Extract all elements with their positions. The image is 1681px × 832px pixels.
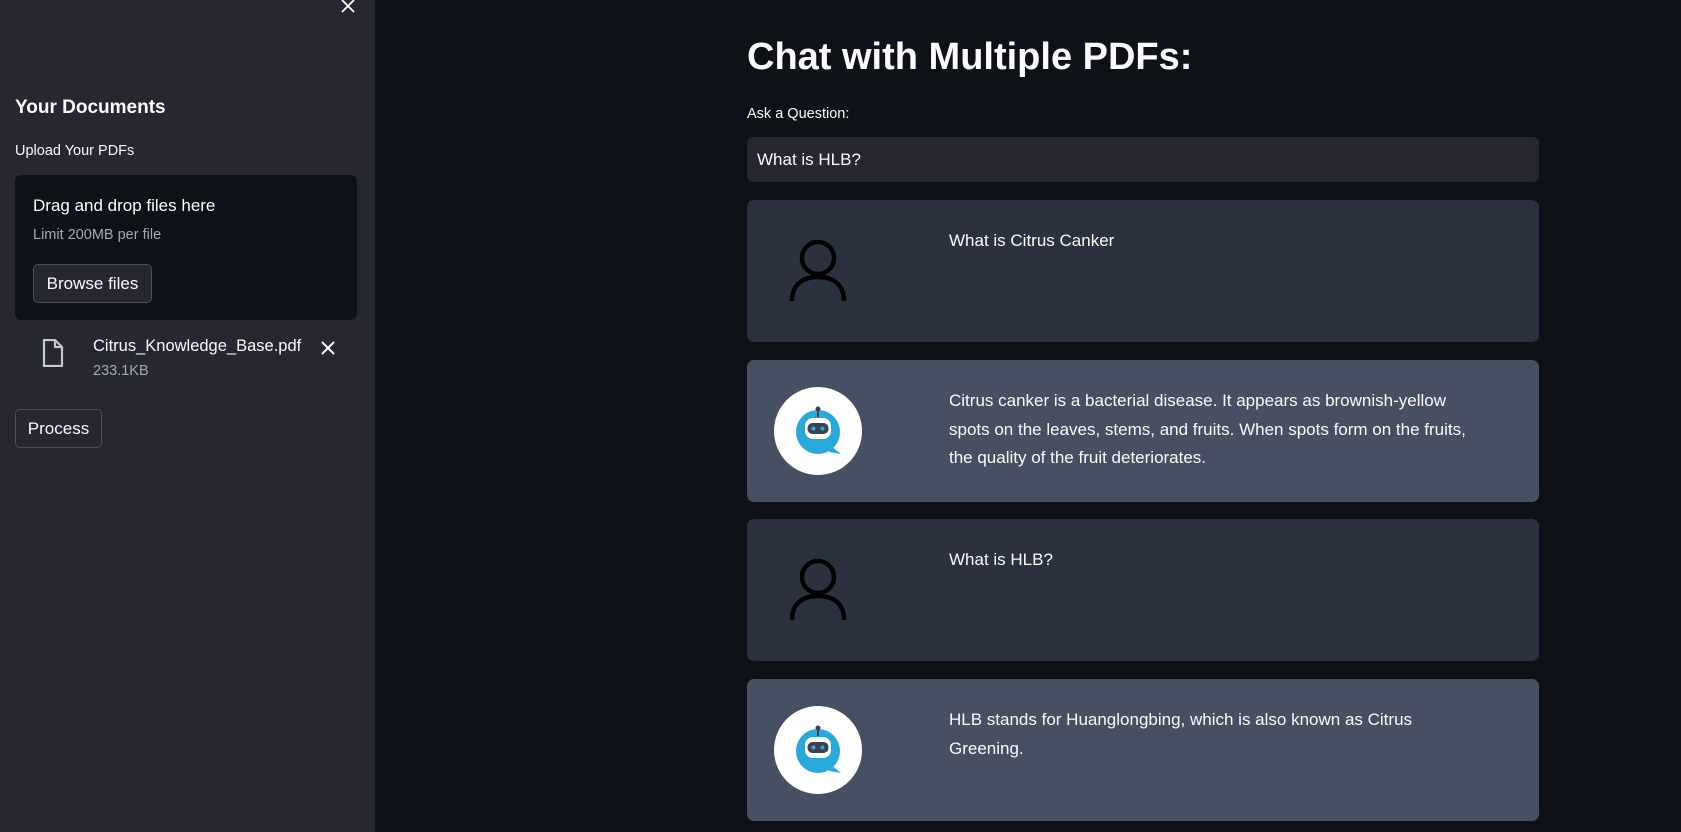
bot-avatar xyxy=(774,387,862,475)
user-avatar xyxy=(774,546,862,634)
remove-file-button[interactable] xyxy=(317,337,339,359)
file-name: Citrus_Knowledge_Base.pdf xyxy=(93,337,302,355)
message-text: What is Citrus Canker xyxy=(949,231,1115,250)
page-title: Chat with Multiple PDFs: xyxy=(747,36,1193,78)
chat-message-user: What is HLB? xyxy=(747,519,1539,661)
process-button[interactable]: Process xyxy=(15,409,102,448)
uploaded-file-item: Citrus_Knowledge_Base.pdf 233.1KB xyxy=(38,335,348,385)
file-dropzone[interactable]: Drag and drop files here Limit 200MB per… xyxy=(15,175,357,320)
main-content: Chat with Multiple PDFs: Ask a Question:… xyxy=(375,0,1681,832)
robot-icon xyxy=(796,406,841,454)
dropzone-title: Drag and drop files here xyxy=(33,196,216,215)
chat-message-bot: Citrus canker is a bacterial disease. It… xyxy=(747,360,1539,502)
message-text: What is HLB? xyxy=(949,550,1053,569)
robot-icon xyxy=(796,725,841,773)
close-icon xyxy=(341,0,355,13)
user-icon xyxy=(789,558,847,621)
bot-avatar xyxy=(774,706,862,794)
browse-files-button[interactable]: Browse files xyxy=(33,264,152,303)
question-label: Ask a Question: xyxy=(747,106,850,122)
chat-message-user: What is Citrus Canker xyxy=(747,200,1539,342)
sidebar-heading: Your Documents xyxy=(15,97,166,118)
message-text: HLB stands for Huanglongbing, which is a… xyxy=(949,710,1413,758)
chat-message-bot: HLB stands for Huanglongbing, which is a… xyxy=(747,679,1539,821)
close-sidebar-button[interactable] xyxy=(337,0,359,16)
question-input[interactable] xyxy=(747,137,1539,182)
user-icon xyxy=(789,239,847,302)
file-icon xyxy=(42,339,64,367)
file-size: 233.1KB xyxy=(93,363,149,379)
app-window: Your Documents Upload Your PDFs Drag and… xyxy=(0,0,1681,832)
sidebar: Your Documents Upload Your PDFs Drag and… xyxy=(0,0,375,832)
dropzone-limit: Limit 200MB per file xyxy=(33,227,162,243)
close-icon xyxy=(321,341,335,355)
message-text: Citrus canker is a bacterial disease. It… xyxy=(949,391,1466,467)
user-avatar xyxy=(774,227,862,315)
upload-label: Upload Your PDFs xyxy=(15,143,135,159)
